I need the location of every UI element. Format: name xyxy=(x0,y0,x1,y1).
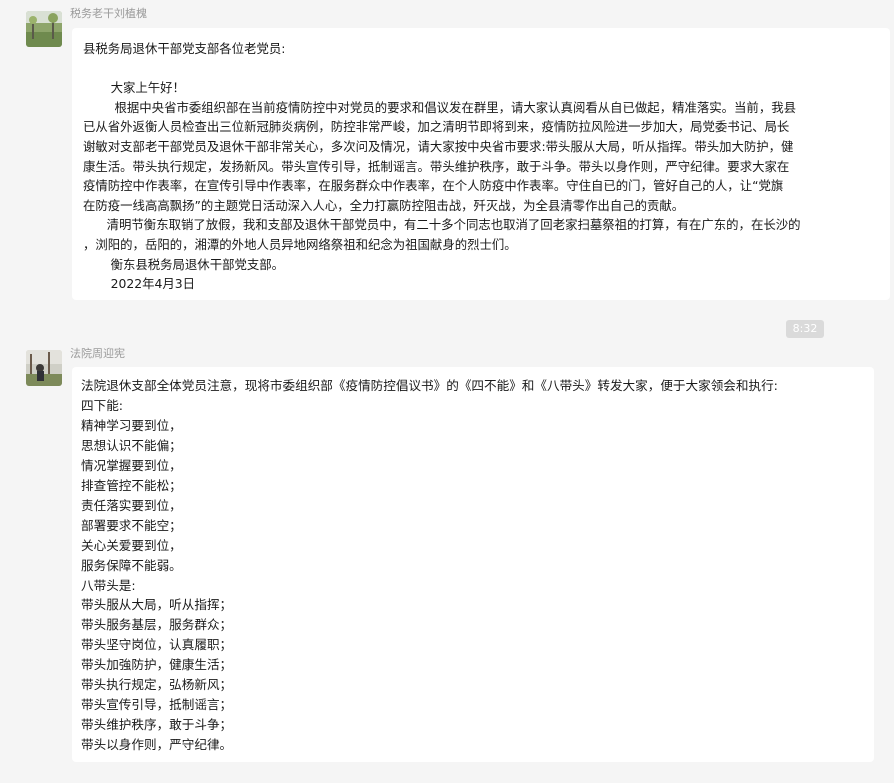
message-line: 情况掌握要到位， xyxy=(81,457,182,473)
message-line: 大家上午好！ xyxy=(83,80,185,96)
message-line: 八带头是: xyxy=(81,577,136,593)
message-line: 排查管控不能松； xyxy=(81,477,182,493)
sender-name[interactable]: 法院周迎宪 xyxy=(70,347,125,361)
message-line: 衡东县税务局退休干部党支部。 xyxy=(83,256,285,272)
avatar-image xyxy=(26,350,62,386)
time-divider: 8:32 xyxy=(786,320,824,338)
message-line: 2022年4月3日 xyxy=(83,276,196,292)
message-line: 康生活。带头执行规定，发扬新风。带头宣传引导，抵制谣言。带头维护秩序，敢于斗争。… xyxy=(83,158,790,174)
message-line: 思想认识不能偏； xyxy=(81,437,182,453)
message-line: 精神学习要到位， xyxy=(81,417,182,433)
avatar-image xyxy=(26,11,62,47)
avatar[interactable] xyxy=(26,11,62,47)
message-line xyxy=(83,59,890,79)
message-line: 带头服从大局，听从指挥； xyxy=(81,597,233,613)
message-line: 疫情防控中作表率，在宣传引导中作表率，在服务群众中作表率，在个人防疫中作表率。守… xyxy=(83,178,784,194)
message-line: 清明节衡东取销了放假，我和支部及退休干部党员中，有二十多个同志也取消了回老家扫墓… xyxy=(83,217,801,233)
message-line: 责任落实要到位， xyxy=(81,497,182,513)
message-line: ，浏阳的，岳阳的，湘潭的外地人员异地网络祭祖和纪念为祖国献身的烈士们。 xyxy=(83,236,517,252)
message-line: 在防疫一线高高飘扬”的主题党日活动深入人心，全力打赢防控阻击战，歼灭战，为全县清… xyxy=(83,197,685,213)
message-line: 带头坚守岗位，认真履职； xyxy=(81,637,233,653)
message-line: 带头宣传引导，抵制谣言； xyxy=(81,697,233,713)
message-line: 根据中央省市委组织部在当前疫情防控中对党员的要求和倡议发在群里，请大家认真阅看从… xyxy=(83,99,797,115)
message-line: 带头加強防护，健康生活； xyxy=(81,657,233,673)
message-line: 关心关爱要到位， xyxy=(81,537,182,553)
message-line: 带头维护秩序，敢于斗争； xyxy=(81,717,233,733)
message-bubble[interactable]: 法院退休支部全体党员注意，现将市委组织部《疫情防控倡议书》的《四不能》和《八带头… xyxy=(72,367,874,762)
message-line: 已从省外返衡人员检查出三位新冠肺炎病例，防控非常严峻，加之清明节即将到来，疫情防… xyxy=(83,119,790,135)
message-text: 法院退休支部全体党员注意，现将市委组织部《疫情防控倡议书》的《四不能》和《八带头… xyxy=(81,376,874,755)
message-line: 部署要求不能空； xyxy=(81,517,182,533)
message-line: 县税务局退休干部党支部各位老党员: xyxy=(83,41,286,56)
message-line: 带头以身作则，严守纪律。 xyxy=(81,737,233,753)
message-line: 谢敏对支部老干部党员及退休干部非常关心，多次问及情况，请大家按中央省市要求:带头… xyxy=(83,138,794,154)
message-line: 服务保障不能弱。 xyxy=(81,557,182,573)
message-line: 法院退休支部全体党员注意，现将市委组织部《疫情防控倡议书》的《四不能》和《八带头… xyxy=(81,378,778,393)
message-bubble[interactable]: 县税务局退休干部党支部各位老党员: 大家上午好！ 根据中央省市委组织部在当前疫情… xyxy=(72,28,890,300)
message-text: 县税务局退休干部党支部各位老党员: 大家上午好！ 根据中央省市委组织部在当前疫情… xyxy=(83,39,890,294)
avatar[interactable] xyxy=(26,350,62,386)
message-line: 四下能: xyxy=(81,397,124,413)
message-line: 带头服务基层，服务群众； xyxy=(81,617,233,633)
message-line: 带头执行规定，弘杨新风； xyxy=(81,677,233,693)
sender-name[interactable]: 税务老干刘植槐 xyxy=(70,7,147,21)
